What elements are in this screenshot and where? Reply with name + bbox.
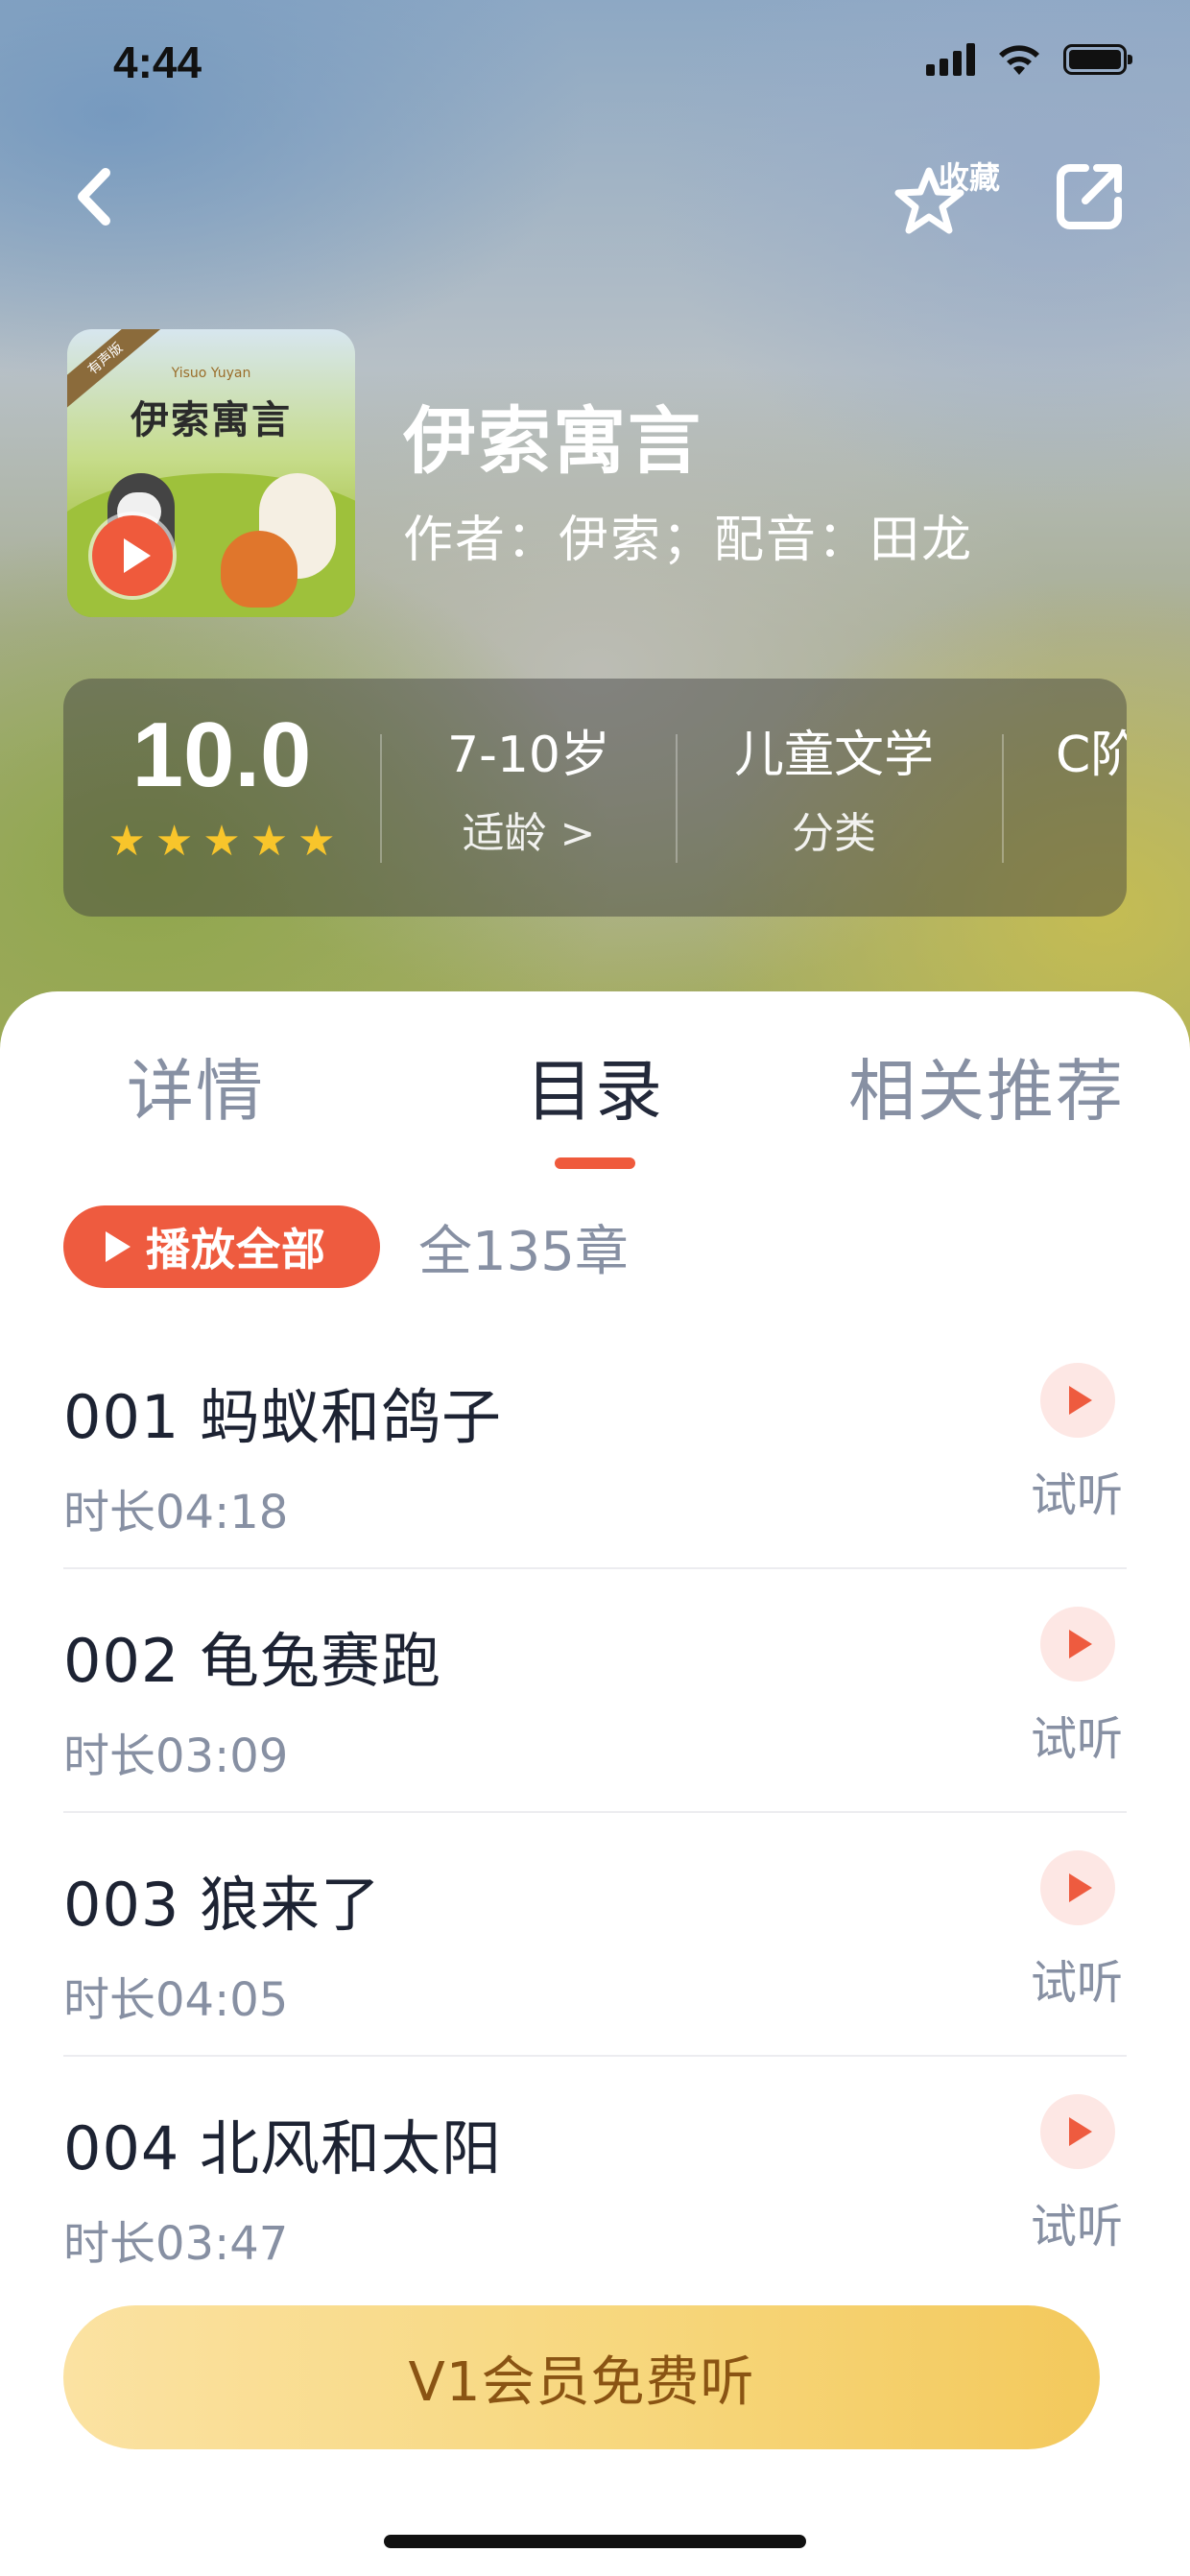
wifi-icon — [999, 45, 1039, 75]
favorite-label: 收藏 — [939, 159, 1001, 196]
cover-fox-illustration — [221, 531, 298, 608]
home-indicator[interactable] — [384, 2535, 806, 2548]
tab-active-indicator — [555, 1157, 635, 1169]
play-icon[interactable] — [1040, 2094, 1115, 2169]
stat-age-label: 适龄 > — [462, 809, 596, 858]
cover-play-icon[interactable] — [92, 515, 173, 596]
status-icons — [926, 42, 1132, 77]
status-time: 4:44 — [113, 37, 202, 87]
play-icon — [106, 1231, 131, 1262]
divider — [63, 1567, 1127, 1569]
chapter-title: 001 蚂蚁和鸽子 — [63, 1382, 503, 1452]
rating: 10.0 ★ ★ ★ ★ ★ — [63, 707, 380, 863]
status-bar: 4:44 — [0, 0, 1190, 125]
rating-score: 10.0 — [131, 704, 312, 806]
favorite-button[interactable]: 收藏 — [892, 154, 1017, 240]
chapter-count: 全135章 — [418, 1221, 629, 1283]
try-listen-label[interactable]: 试听 — [1031, 2188, 1123, 2255]
divider — [63, 1811, 1127, 1813]
cover-title: 伊索寓言 — [131, 397, 292, 442]
chapter-title: 002 龟兔赛跑 — [63, 1626, 442, 1696]
battery-icon — [1063, 44, 1132, 75]
chapter-duration: 时长03:47 — [63, 2217, 289, 2271]
divider — [63, 2055, 1127, 2057]
stat-level-value: C阶 — [1056, 727, 1127, 784]
stat-category-label: 分类 — [792, 809, 876, 858]
stat-age[interactable]: 7-10岁 适龄 > — [382, 725, 676, 861]
book-meta: 作者：伊索；配音：田龙 — [403, 512, 974, 569]
stat-divider — [1002, 734, 1004, 863]
share-icon — [1057, 164, 1122, 229]
vip-button-label: V1会员免费听 — [408, 2350, 755, 2414]
book-cover[interactable]: 有声版 Yisuo Yuyan 伊索寓言 — [67, 329, 355, 617]
chapter-title: 003 狼来了 — [63, 1870, 382, 1940]
stat-level: C阶 — [1056, 725, 1127, 786]
play-all-button[interactable]: 播放全部 — [63, 1205, 380, 1288]
tab-details[interactable]: 详情 — [127, 1038, 265, 1134]
stat-category: 儿童文学 分类 — [678, 725, 990, 861]
try-listen-label[interactable]: 试听 — [1031, 1944, 1123, 2012]
try-listen-label[interactable]: 试听 — [1031, 1701, 1123, 1768]
star-icon: ★ — [107, 817, 146, 866]
stat-age-value: 7-10岁 — [446, 727, 611, 784]
chapter-title: 004 北风和太阳 — [63, 2113, 503, 2183]
content-sheet: 详情 目录 相关推荐 播放全部 全135章 001 蚂蚁和鸽子 时长04:18 … — [0, 991, 1190, 2576]
chapter-item[interactable]: 003 狼来了 时长04:05 试听 — [63, 1850, 1127, 2100]
star-icon: ★ — [298, 817, 336, 866]
tab-catalog[interactable]: 目录 — [526, 1038, 664, 1134]
rating-stars: ★ ★ ★ ★ ★ — [63, 821, 380, 863]
chapter-duration: 时长04:05 — [63, 1973, 289, 2027]
chapter-duration: 时长04:18 — [63, 1486, 289, 1539]
tab-bar: 详情 目录 相关推荐 — [0, 1038, 1190, 1143]
play-icon[interactable] — [1040, 1850, 1115, 1925]
star-icon: ★ — [155, 817, 194, 866]
try-listen-label[interactable]: 试听 — [1031, 1457, 1123, 1524]
tab-recommendations[interactable]: 相关推荐 — [848, 1038, 1125, 1134]
play-icon[interactable] — [1040, 1607, 1115, 1682]
screen: 4:44 收藏 有声版 Yisuo Yuyan 伊索寓言 伊索寓言 作者：伊索；… — [0, 0, 1190, 2576]
vip-free-listen-button[interactable]: V1会员免费听 — [63, 2305, 1100, 2449]
stat-category-value: 儿童文学 — [733, 727, 934, 784]
share-button[interactable] — [1051, 158, 1128, 235]
chapter-item[interactable]: 002 龟兔赛跑 时长03:09 试听 — [63, 1607, 1127, 1856]
cover-pinyin: Yisuo Yuyan — [171, 366, 251, 381]
signal-icon — [926, 43, 975, 76]
book-title: 伊索寓言 — [403, 398, 702, 484]
star-icon: ★ — [250, 817, 289, 866]
play-all-label: 播放全部 — [146, 1224, 326, 1276]
play-icon[interactable] — [1040, 1363, 1115, 1438]
back-button[interactable] — [67, 163, 125, 230]
star-icon: ★ — [202, 817, 241, 866]
stats-card: 10.0 ★ ★ ★ ★ ★ 7-10岁 适龄 > 儿童文学 分类 C阶 — [63, 679, 1127, 917]
chapter-item[interactable]: 001 蚂蚁和鸽子 时长04:18 试听 — [63, 1363, 1127, 1612]
chapter-duration: 时长03:09 — [63, 1729, 289, 1783]
chevron-left-icon — [78, 168, 110, 226]
